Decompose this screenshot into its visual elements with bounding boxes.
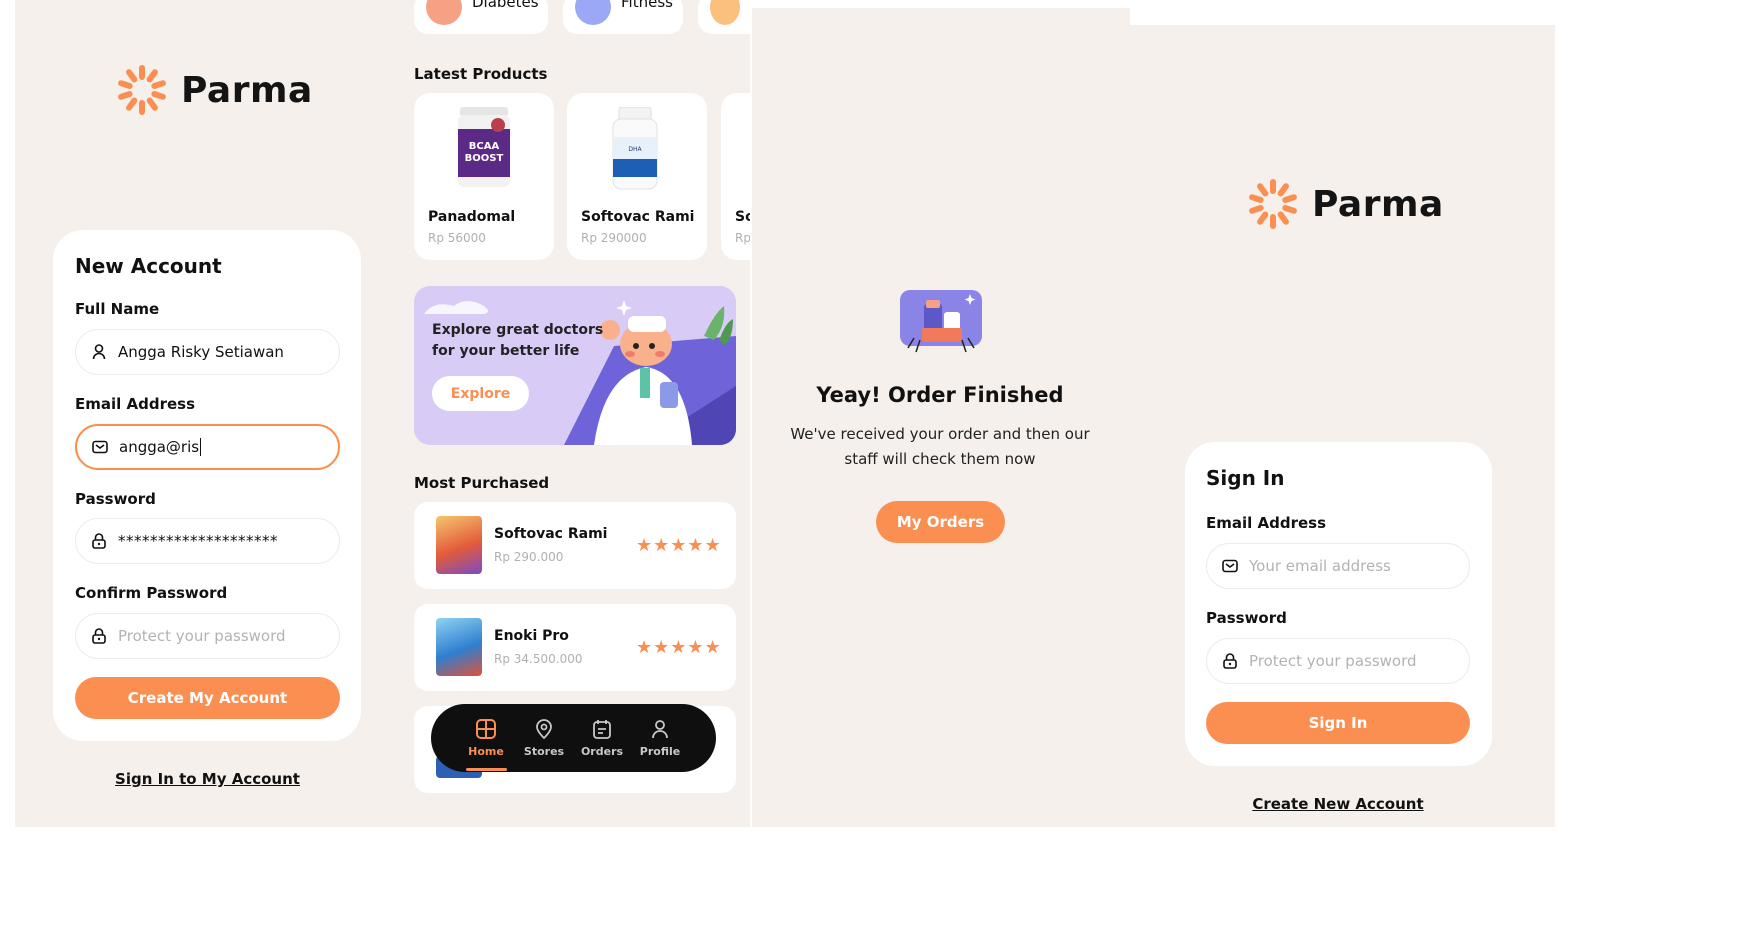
most-purchased-item[interactable]: Softovac Rami Rp 290.000 ★★★★★: [414, 502, 736, 589]
nav-stores[interactable]: Stores: [514, 718, 574, 758]
email-label: Email Address: [75, 395, 196, 413]
rating-stars: ★★★★★: [636, 637, 722, 658]
full-name-value: Angga Risky Setiawan: [118, 343, 284, 361]
nav-orders[interactable]: Orders: [572, 718, 632, 758]
product-name: Softovac Rami: [494, 526, 608, 542]
svg-text:BCAA: BCAA: [469, 141, 500, 152]
category-label: Fitness: [621, 0, 673, 11]
user-icon: [92, 344, 106, 360]
email-value: angga@ris: [119, 438, 200, 456]
category-icon: [710, 0, 740, 25]
nav-label: Home: [468, 745, 504, 758]
my-orders-button[interactable]: My Orders: [876, 501, 1005, 543]
email-field[interactable]: Your email address: [1206, 543, 1470, 589]
category-chip-fitness[interactable]: Fitness: [563, 0, 683, 34]
product-price: Rp 290000: [581, 231, 647, 245]
product-price: Rp 290.000: [494, 550, 564, 564]
location-pin-icon: [536, 719, 552, 740]
category-label: Diabetes: [472, 0, 539, 11]
product-card[interactable]: DHA Softovac Rami Rp 290000: [567, 93, 707, 260]
order-finished-description: We've received your order and then our s…: [790, 425, 1090, 468]
bcaa-boost-jar-image: BCAA BOOST: [458, 107, 510, 187]
nav-profile[interactable]: Profile: [630, 718, 690, 758]
product-name: So: [735, 209, 750, 225]
password-label: Password: [75, 490, 156, 508]
svg-text:BOOST: BOOST: [465, 153, 504, 164]
latest-products-title: Latest Products: [414, 65, 548, 83]
lock-icon: [92, 533, 106, 549]
product-card[interactable]: So Rp: [721, 93, 750, 260]
brand-name: Parma: [1312, 183, 1444, 225]
pill-icon: [426, 0, 462, 25]
full-name-field[interactable]: Angga Risky Setiawan: [75, 329, 340, 375]
flower-logo-icon: [1249, 179, 1297, 229]
nav-label: Orders: [580, 745, 624, 758]
dumbbell-icon: [575, 0, 611, 25]
confirm-password-field[interactable]: Protect your password: [75, 613, 340, 659]
brand-logo: Parma: [115, 63, 313, 117]
nav-label: Stores: [523, 745, 565, 758]
calendar-icon: [593, 720, 611, 739]
svg-text:DHA: DHA: [628, 146, 642, 153]
explore-button[interactable]: Explore: [432, 376, 529, 411]
confirm-password-placeholder: Protect your password: [118, 627, 286, 645]
banner-text: Explore great doctors for your better li…: [432, 322, 604, 359]
mail-icon: [1222, 559, 1238, 573]
sign-in-button[interactable]: Sign In: [1206, 702, 1470, 744]
email-field[interactable]: angga@ris: [75, 424, 340, 470]
lock-icon: [1223, 653, 1237, 669]
doctor-banner[interactable]: Explore great doctors for your better li…: [414, 286, 736, 445]
order-finished-screen: [752, 8, 1130, 827]
signin-title: Sign In: [1206, 466, 1285, 490]
password-placeholder: Protect your password: [1249, 652, 1417, 670]
product-thumbnail: [436, 618, 482, 676]
bottom-nav: Home Stores Orders Profile: [431, 704, 716, 772]
brand-logo: Parma: [1246, 177, 1444, 231]
nav-label: Profile: [639, 745, 681, 758]
category-chip-partial[interactable]: [698, 0, 750, 34]
flower-logo-icon: [118, 65, 166, 115]
dha-bottle-image: DHA: [612, 107, 658, 190]
signup-title: New Account: [75, 254, 222, 278]
password-label: Password: [1206, 609, 1287, 627]
banner-illustration: [424, 300, 736, 445]
home-icon: [476, 719, 496, 739]
category-chip-diabetes[interactable]: Diabetes: [414, 0, 548, 34]
product-price: Rp 56000: [428, 231, 486, 245]
email-label: Email Address: [1206, 514, 1327, 532]
brand-name: Parma: [181, 69, 313, 111]
active-tab-indicator: [466, 768, 507, 771]
product-name: Softovac Rami: [581, 209, 695, 225]
rating-stars: ★★★★★: [636, 535, 722, 556]
email-placeholder: Your email address: [1249, 557, 1391, 575]
sign-in-link[interactable]: Sign In to My Account: [75, 770, 340, 788]
product-price: Rp 34.500.000: [494, 652, 583, 666]
create-account-button[interactable]: Create My Account: [75, 677, 340, 719]
confirm-password-label: Confirm Password: [75, 584, 228, 602]
user-icon: [652, 720, 668, 739]
product-name: Enoki Pro: [494, 628, 569, 644]
lock-icon: [92, 628, 106, 644]
password-field[interactable]: ********************: [75, 518, 340, 564]
signup-screen: Parma New Account Full Name Angga Risky …: [15, 0, 400, 827]
order-finished-title: Yeay! Order Finished: [816, 383, 1064, 407]
password-field[interactable]: Protect your password: [1206, 638, 1470, 684]
password-value: ********************: [118, 532, 278, 550]
create-account-link[interactable]: Create New Account: [1206, 795, 1470, 813]
order-box-illustration: [900, 290, 982, 353]
product-card[interactable]: BCAA BOOST Panadomal Rp 56000: [414, 93, 554, 260]
full-name-label: Full Name: [75, 300, 160, 318]
most-purchased-title: Most Purchased: [414, 474, 550, 492]
most-purchased-item[interactable]: Enoki Pro Rp 34.500.000 ★★★★★: [414, 604, 736, 691]
text-cursor: [200, 438, 202, 456]
product-thumbnail: [436, 516, 482, 574]
product-price: Rp: [735, 231, 750, 245]
product-name: Panadomal: [428, 209, 516, 225]
nav-home[interactable]: Home: [456, 718, 516, 758]
mail-icon: [92, 440, 108, 454]
